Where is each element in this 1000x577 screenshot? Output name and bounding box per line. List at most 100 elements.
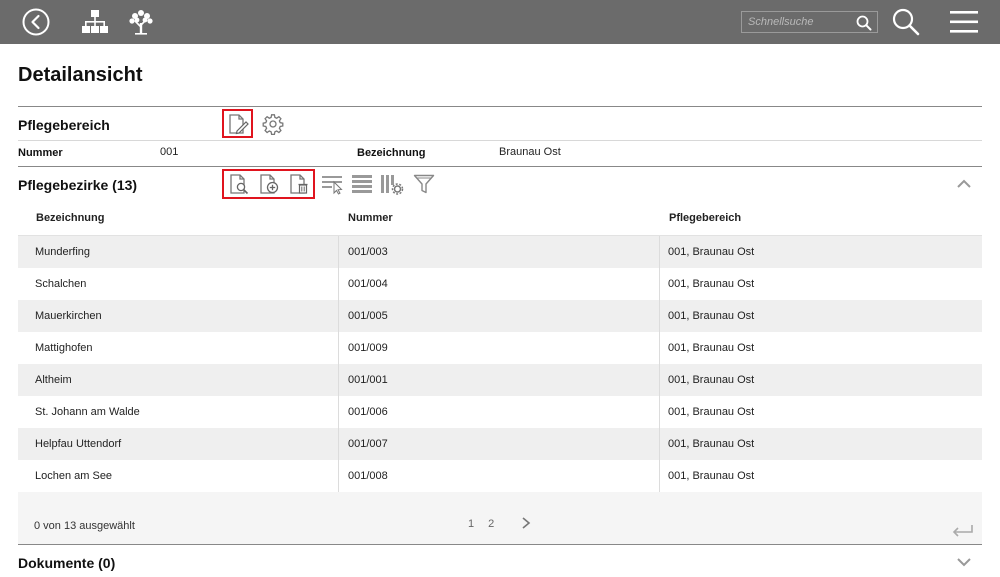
bezeichnung-label: Bezeichnung xyxy=(357,147,426,159)
cell-nummer: 001/008 xyxy=(348,470,388,482)
column-settings-button[interactable] xyxy=(379,172,405,196)
cell-pflegebereich: 001, Braunau Ost xyxy=(668,438,755,450)
filter-icon xyxy=(413,174,435,194)
page-2-link[interactable]: 2 xyxy=(488,518,494,530)
select-rows-icon xyxy=(322,176,343,195)
pflegebezirke-table: Bezeichnung Nummer Pflegebereich Munderf… xyxy=(18,201,982,492)
main-menu-button[interactable] xyxy=(948,0,980,44)
tree-button[interactable] xyxy=(124,0,158,44)
cell-pflegebereich: 001, Braunau Ost xyxy=(668,246,755,258)
cell-nummer: 001/005 xyxy=(348,310,388,322)
column-divider xyxy=(659,396,660,428)
table-row[interactable]: Mattighofen 001/009 001, Braunau Ost xyxy=(18,332,982,364)
column-divider xyxy=(338,300,339,332)
column-divider xyxy=(338,460,339,492)
page-1-link[interactable]: 1 xyxy=(468,518,474,530)
cell-pflegebereich: 001, Braunau Ost xyxy=(668,406,755,418)
advanced-search-button[interactable] xyxy=(890,0,922,44)
dokumente-title: Dokumente (0) xyxy=(18,555,116,571)
column-divider xyxy=(659,236,660,268)
table-row[interactable]: Schalchen 001/004 001, Braunau Ost xyxy=(18,268,982,300)
table-row[interactable]: Munderfing 001/003 001, Braunau Ost xyxy=(18,236,982,268)
view-record-button[interactable] xyxy=(226,172,252,196)
pflegebezirke-title: Pflegebezirke (13) xyxy=(18,177,138,193)
quick-search-input[interactable] xyxy=(742,12,852,32)
page-title: Detailansicht xyxy=(18,64,143,86)
section-divider xyxy=(18,166,982,167)
cell-pflegebereich: 001, Braunau Ost xyxy=(668,310,755,322)
column-divider xyxy=(659,300,660,332)
column-divider xyxy=(659,332,660,364)
back-button[interactable] xyxy=(20,0,52,44)
chevron-up-icon[interactable] xyxy=(955,177,973,189)
column-divider xyxy=(338,268,339,300)
table-row[interactable]: Lochen am See 001/008 001, Braunau Ost xyxy=(18,460,982,492)
top-bar xyxy=(0,0,1000,44)
column-divider xyxy=(659,268,660,300)
cell-bezeichnung: Mattighofen xyxy=(35,342,93,354)
column-header-bezeichnung[interactable]: Bezeichnung xyxy=(36,201,104,236)
org-chart-button[interactable] xyxy=(78,0,112,44)
cell-nummer: 001/006 xyxy=(348,406,388,418)
column-divider xyxy=(338,428,339,460)
quick-search xyxy=(741,11,878,33)
table-row[interactable]: Altheim 001/001 001, Braunau Ost xyxy=(18,364,982,396)
edit-document-icon xyxy=(228,113,249,134)
row-divider xyxy=(18,140,982,141)
table-row[interactable]: Mauerkirchen 001/005 001, Braunau Ost xyxy=(18,300,982,332)
gear-icon xyxy=(262,114,284,135)
bezeichnung-value: Braunau Ost xyxy=(499,146,561,158)
cell-bezeichnung: Altheim xyxy=(35,374,72,386)
cell-nummer: 001/003 xyxy=(348,246,388,258)
settings-button[interactable] xyxy=(261,112,285,136)
filter-button[interactable] xyxy=(411,172,437,196)
cell-pflegebereich: 001, Braunau Ost xyxy=(668,470,755,482)
cell-nummer: 001/001 xyxy=(348,374,388,386)
column-divider xyxy=(338,364,339,396)
column-header-pflegebereich[interactable]: Pflegebereich xyxy=(669,201,741,236)
search-icon[interactable] xyxy=(855,14,873,32)
column-divider xyxy=(338,236,339,268)
table-row[interactable]: Helpfau Uttendorf 001/007 001, Braunau O… xyxy=(18,428,982,460)
column-settings-icon xyxy=(381,175,404,195)
nummer-label: Nummer xyxy=(18,147,63,159)
chevron-right-icon[interactable] xyxy=(520,516,532,530)
cell-nummer: 001/007 xyxy=(348,438,388,450)
column-divider xyxy=(338,332,339,364)
cell-pflegebereich: 001, Braunau Ost xyxy=(668,374,755,386)
add-record-button[interactable] xyxy=(256,172,282,196)
cell-bezeichnung: Munderfing xyxy=(35,246,91,258)
edit-button[interactable] xyxy=(224,111,251,136)
tree-icon xyxy=(129,10,153,35)
column-divider xyxy=(659,460,660,492)
pflegebereich-title: Pflegebereich xyxy=(18,117,110,133)
column-divider xyxy=(659,364,660,396)
menu-icon xyxy=(950,11,978,33)
column-header-nummer[interactable]: Nummer xyxy=(348,201,393,236)
view-document-icon xyxy=(230,174,249,195)
table-footer: 0 von 13 ausgewählt 1 2 xyxy=(18,492,982,544)
section-divider xyxy=(18,106,982,107)
search-icon xyxy=(892,8,920,36)
cell-bezeichnung: Mauerkirchen xyxy=(35,310,102,322)
list-view-icon xyxy=(352,175,372,193)
delete-record-button[interactable] xyxy=(286,172,312,196)
cell-pflegebereich: 001, Braunau Ost xyxy=(668,342,755,354)
back-icon xyxy=(22,8,50,36)
org-chart-icon xyxy=(82,10,108,33)
return-icon[interactable] xyxy=(950,522,974,540)
select-rows-button[interactable] xyxy=(320,172,346,196)
section-divider xyxy=(18,544,982,545)
chevron-down-icon[interactable] xyxy=(955,556,973,568)
delete-document-icon xyxy=(290,174,308,194)
add-document-icon xyxy=(260,174,279,194)
nummer-value: 001 xyxy=(160,146,179,158)
column-divider xyxy=(338,396,339,428)
cell-bezeichnung: Lochen am See xyxy=(35,470,113,482)
table-header: Bezeichnung Nummer Pflegebereich xyxy=(18,201,982,236)
selection-count: 0 von 13 ausgewählt xyxy=(34,520,135,532)
cell-nummer: 001/004 xyxy=(348,278,388,290)
cell-nummer: 001/009 xyxy=(348,342,388,354)
table-row[interactable]: St. Johann am Walde 001/006 001, Braunau… xyxy=(18,396,982,428)
list-view-button[interactable] xyxy=(349,172,375,196)
